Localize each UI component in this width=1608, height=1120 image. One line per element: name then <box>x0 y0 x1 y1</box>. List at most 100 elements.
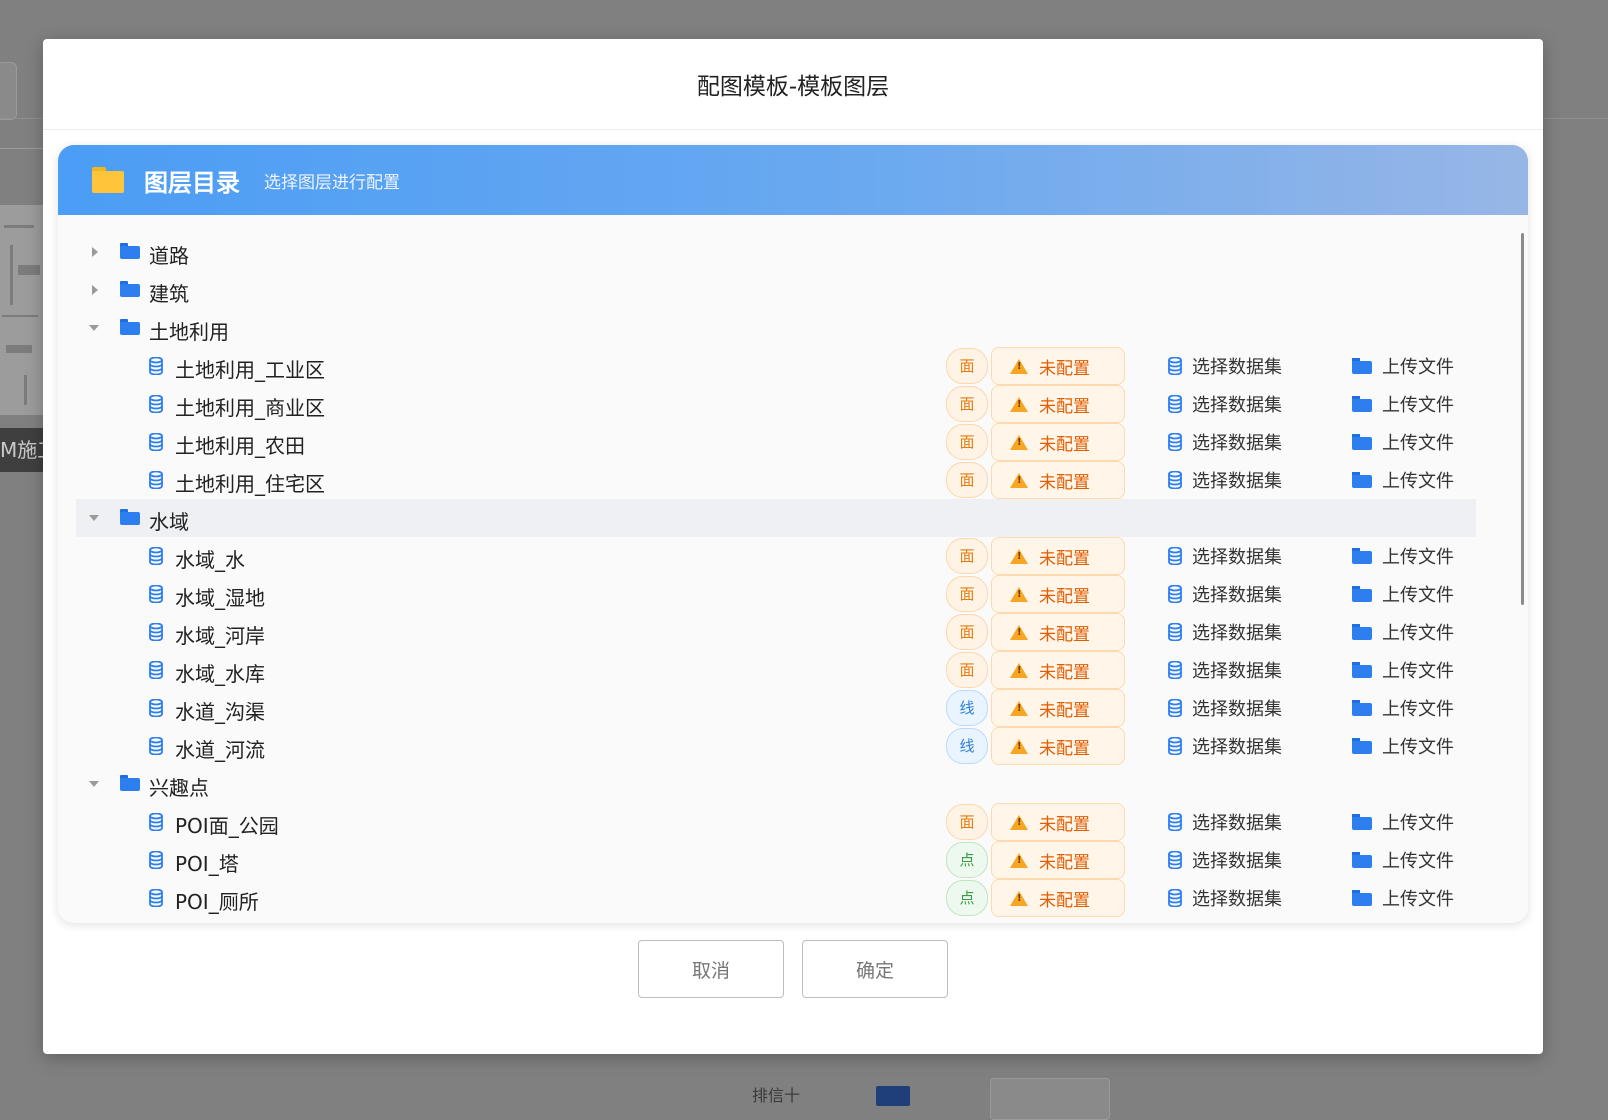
database-icon <box>1168 737 1182 755</box>
tree-layer-row[interactable]: POI_厕所 点 未配置 选择数据集 上传文件 <box>76 879 1476 917</box>
upload-file-label: 上传文件 <box>1382 851 1454 872</box>
database-icon <box>149 547 163 565</box>
layer-label: 水域_河岸 <box>175 624 265 648</box>
upload-file-button[interactable]: 上传文件 <box>1352 879 1454 917</box>
database-icon <box>1168 623 1182 641</box>
select-dataset-button[interactable]: 选择数据集 <box>1168 727 1282 765</box>
layer-directory-subtitle: 选择图层进行配置 <box>264 172 400 193</box>
warning-icon <box>1010 472 1028 488</box>
cancel-button[interactable]: 取消 <box>638 940 784 998</box>
caret-down-icon[interactable] <box>89 515 99 521</box>
folder-label: 道路 <box>149 244 189 268</box>
tree-layer-row[interactable]: 土地利用_农田 面 未配置 选择数据集 上传文件 <box>76 423 1476 461</box>
tree-layer-row[interactable]: 土地利用_工业区 面 未配置 选择数据集 上传文件 <box>76 347 1476 385</box>
select-dataset-button[interactable]: 选择数据集 <box>1168 879 1282 917</box>
select-dataset-button[interactable]: 选择数据集 <box>1168 575 1282 613</box>
database-icon <box>149 395 163 413</box>
warning-icon <box>1010 814 1028 830</box>
background-map-thumbnail <box>0 205 44 415</box>
database-icon <box>149 699 163 717</box>
select-dataset-button[interactable]: 选择数据集 <box>1168 689 1282 727</box>
folder-icon <box>1352 548 1372 564</box>
caret-down-icon[interactable] <box>89 781 99 787</box>
tree-layer-row[interactable]: 水域_湿地 面 未配置 选择数据集 上传文件 <box>76 575 1476 613</box>
modal-header: 配图模板-模板图层 <box>43 39 1543 130</box>
upload-file-button[interactable]: 上传文件 <box>1352 651 1454 689</box>
folder-icon <box>92 167 124 193</box>
tree-folder-row[interactable]: 建筑 <box>76 271 1476 309</box>
layer-label: 土地利用_工业区 <box>175 358 325 382</box>
tree-folder-row[interactable]: 水域 <box>76 499 1476 537</box>
select-dataset-button[interactable]: 选择数据集 <box>1168 385 1282 423</box>
upload-file-button[interactable]: 上传文件 <box>1352 347 1454 385</box>
database-icon <box>149 661 163 679</box>
tree-layer-row[interactable]: 水域_河岸 面 未配置 选择数据集 上传文件 <box>76 613 1476 651</box>
geometry-type-badge: 面 <box>946 386 988 422</box>
select-dataset-button[interactable]: 选择数据集 <box>1168 347 1282 385</box>
select-dataset-button[interactable]: 选择数据集 <box>1168 537 1282 575</box>
select-dataset-button[interactable]: 选择数据集 <box>1168 461 1282 499</box>
tree-folder-row[interactable]: 道路 <box>76 233 1476 271</box>
select-dataset-label: 选择数据集 <box>1192 699 1282 720</box>
status-text: 未配置 <box>1039 624 1090 645</box>
tree-layer-row[interactable]: POI_塔 点 未配置 选择数据集 上传文件 <box>76 841 1476 879</box>
upload-file-label: 上传文件 <box>1382 547 1454 568</box>
tree-layer-row[interactable]: 土地利用_商业区 面 未配置 选择数据集 上传文件 <box>76 385 1476 423</box>
select-dataset-button[interactable]: 选择数据集 <box>1168 841 1282 879</box>
status-badge: 未配置 <box>991 347 1125 385</box>
tree-layer-row[interactable]: 水道_沟渠 线 未配置 选择数据集 上传文件 <box>76 689 1476 727</box>
status-text: 未配置 <box>1039 814 1090 835</box>
upload-file-button[interactable]: 上传文件 <box>1352 727 1454 765</box>
tree-folder-row[interactable]: 兴趣点 <box>76 765 1476 803</box>
upload-file-button[interactable]: 上传文件 <box>1352 803 1454 841</box>
status-badge: 未配置 <box>991 575 1125 613</box>
warning-icon <box>1010 700 1028 716</box>
upload-file-button[interactable]: 上传文件 <box>1352 613 1454 651</box>
upload-file-button[interactable]: 上传文件 <box>1352 423 1454 461</box>
upload-file-button[interactable]: 上传文件 <box>1352 385 1454 423</box>
select-dataset-label: 选择数据集 <box>1192 471 1282 492</box>
tree-folder-row[interactable]: 土地利用 <box>76 309 1476 347</box>
warning-icon <box>1010 548 1028 564</box>
status-badge: 未配置 <box>991 385 1125 423</box>
tree-layer-row[interactable]: 水域_水库 面 未配置 选择数据集 上传文件 <box>76 651 1476 689</box>
layer-label: 水域_湿地 <box>175 586 265 610</box>
upload-file-button[interactable]: 上传文件 <box>1352 689 1454 727</box>
database-icon <box>149 585 163 603</box>
layer-label: POI面_公园 <box>175 814 279 838</box>
upload-file-label: 上传文件 <box>1382 433 1454 454</box>
select-dataset-button[interactable]: 选择数据集 <box>1168 423 1282 461</box>
tree-layer-row[interactable]: 水域_水 面 未配置 选择数据集 上传文件 <box>76 537 1476 575</box>
tree-layer-row[interactable]: 水道_河流 线 未配置 选择数据集 上传文件 <box>76 727 1476 765</box>
select-dataset-button[interactable]: 选择数据集 <box>1168 803 1282 841</box>
folder-icon <box>1352 662 1372 678</box>
upload-file-label: 上传文件 <box>1382 585 1454 606</box>
select-dataset-button[interactable]: 选择数据集 <box>1168 651 1282 689</box>
geometry-type-badge: 线 <box>946 690 988 726</box>
folder-label: 土地利用 <box>149 320 229 344</box>
tree-scrollbar[interactable] <box>1521 233 1524 605</box>
caret-down-icon[interactable] <box>89 325 99 331</box>
confirm-button[interactable]: 确定 <box>802 940 948 998</box>
folder-icon <box>1352 890 1372 906</box>
upload-file-button[interactable]: 上传文件 <box>1352 461 1454 499</box>
warning-icon <box>1010 624 1028 640</box>
upload-file-button[interactable]: 上传文件 <box>1352 575 1454 613</box>
caret-right-icon[interactable] <box>92 247 98 257</box>
upload-file-button[interactable]: 上传文件 <box>1352 537 1454 575</box>
tree-layer-row[interactable]: POI面_公园 面 未配置 选择数据集 上传文件 <box>76 803 1476 841</box>
warning-icon <box>1010 852 1028 868</box>
layer-label: 土地利用_商业区 <box>175 396 325 420</box>
layer-directory-header: 图层目录 选择图层进行配置 <box>58 145 1528 215</box>
upload-file-button[interactable]: 上传文件 <box>1352 841 1454 879</box>
geometry-type-badge: 面 <box>946 804 988 840</box>
folder-icon <box>1352 700 1372 716</box>
layer-label: POI_厕所 <box>175 890 259 914</box>
caret-right-icon[interactable] <box>92 285 98 295</box>
select-dataset-label: 选择数据集 <box>1192 547 1282 568</box>
select-dataset-button[interactable]: 选择数据集 <box>1168 613 1282 651</box>
geometry-type-badge: 面 <box>946 614 988 650</box>
status-badge: 未配置 <box>991 689 1125 727</box>
database-icon <box>1168 547 1182 565</box>
tree-layer-row[interactable]: 土地利用_住宅区 面 未配置 选择数据集 上传文件 <box>76 461 1476 499</box>
